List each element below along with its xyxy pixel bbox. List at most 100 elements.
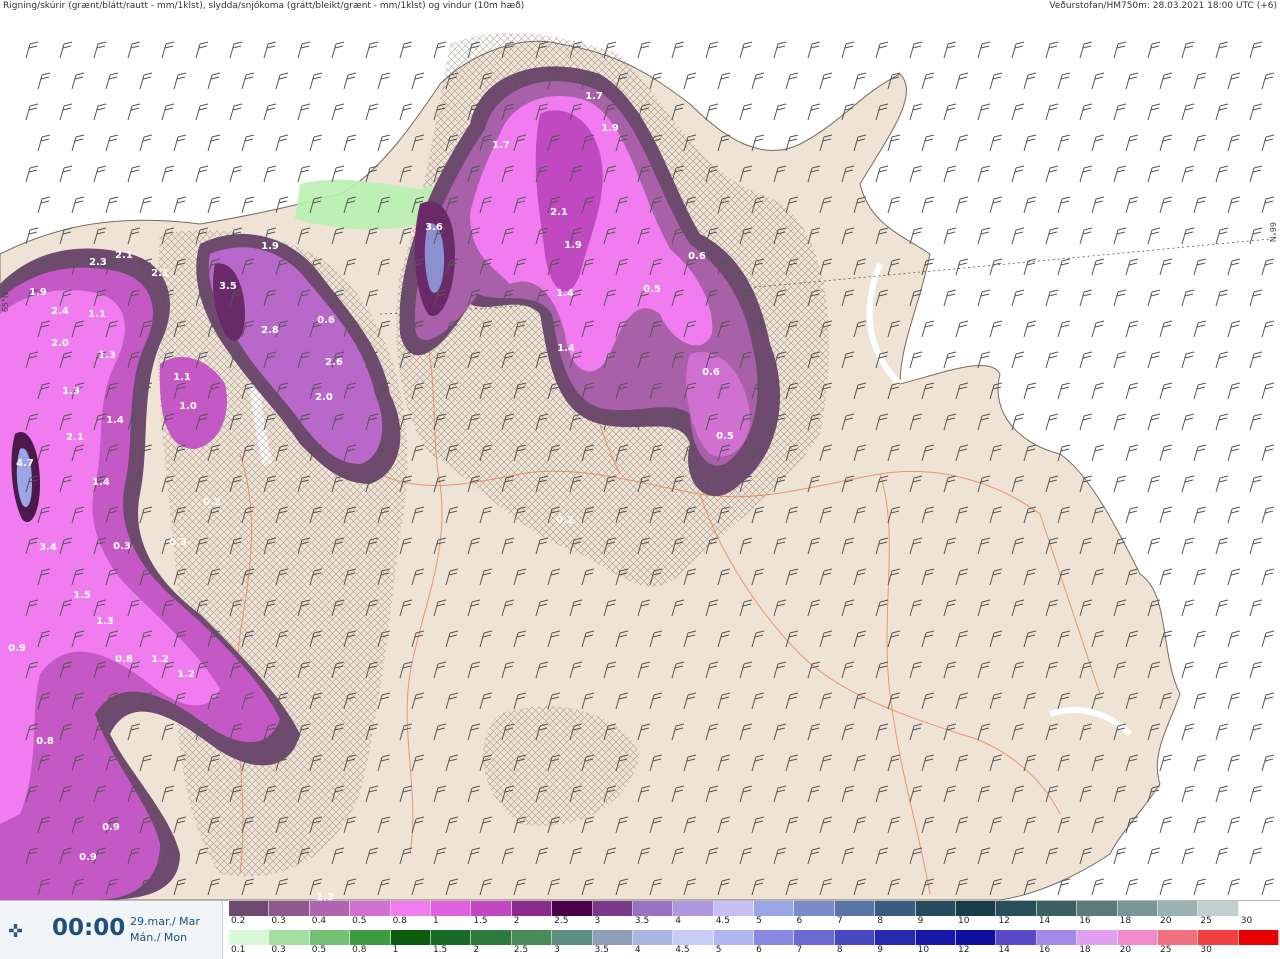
scale-label: 0.5 — [352, 916, 367, 926]
precip-value-label: 2.3 — [89, 257, 107, 268]
forecast-date: 29.mar./ Mar — [130, 915, 200, 928]
precip-value-label: 1.1 — [173, 372, 191, 383]
scale-label: 2.5 — [513, 945, 529, 955]
scale-label: 25 — [1159, 945, 1172, 955]
precip-value-label: 1.9 — [564, 240, 582, 251]
scale-swatch — [229, 930, 270, 945]
precip-value-label: 1.7 — [585, 91, 603, 102]
scale-label: 12 — [958, 945, 970, 955]
precip-value-label: 1.5 — [73, 590, 91, 601]
precip-value-label: 0.9 — [102, 822, 120, 833]
precip-value-label: 0.6 — [702, 367, 720, 378]
precip-value-label: 1.9 — [261, 241, 279, 252]
scale-swatch — [269, 930, 310, 945]
scale-label: 0.5 — [311, 945, 327, 955]
crosshair-icon: ✜ — [8, 921, 24, 942]
scale-label: 16 — [1038, 945, 1051, 955]
precip-value-label: 1.3 — [98, 350, 116, 361]
precip-value-label: 3.5 — [219, 281, 237, 292]
scale-label: 20 — [1159, 916, 1172, 926]
scale-swatch — [713, 901, 755, 916]
scale-swatch — [673, 901, 714, 916]
scale-swatch — [350, 930, 391, 945]
latitude-label-right: 66°N — [1268, 222, 1277, 243]
precip-value-label: 4.7 — [16, 458, 34, 469]
forecast-time-panel[interactable]: ✜ 00:00 29.mar./ Mar Mán./ Mon — [0, 901, 223, 959]
precip-value-label: 3.6 — [425, 222, 443, 233]
precip-value-label: 0.8 — [115, 654, 133, 665]
precip-value-label: 0.2 — [556, 515, 574, 526]
scale-label: 2.5 — [554, 916, 569, 926]
scale-label: 7 — [796, 945, 803, 955]
scale-label: 12 — [998, 916, 1010, 926]
scale-label: 16 — [1079, 916, 1091, 926]
precip-value-label: 1.3 — [96, 616, 114, 627]
scale-swatch — [1157, 930, 1199, 945]
model-run-info: Veðurstofan/HM750m: 28.03.2021 18:00 UTC… — [1049, 1, 1277, 11]
scale-swatch — [1077, 901, 1118, 916]
scale-label: 0.3 — [271, 916, 286, 926]
scale-swatch — [754, 901, 795, 916]
scale-swatch — [471, 930, 512, 945]
scale-label — [1239, 945, 1279, 957]
scale-label: 1 — [432, 916, 439, 926]
scale-swatch — [430, 901, 472, 916]
precip-value-label: 1.9 — [29, 287, 47, 298]
scale-label: 1.5 — [473, 916, 488, 926]
precip-value-label: 0.8 — [36, 736, 54, 747]
forecast-day: Mán./ Mon — [130, 931, 188, 944]
scale-label: 18 — [1119, 916, 1132, 926]
scale-label: 6 — [756, 945, 762, 955]
precip-value-label: 2.6 — [325, 357, 343, 368]
precip-value-label: 1.4 — [92, 477, 110, 488]
precip-value-label: 1.9 — [601, 123, 619, 134]
scale-swatch — [632, 901, 674, 916]
scale-swatch — [1077, 930, 1118, 945]
precip-value-label: 1.2 — [177, 669, 195, 680]
scale-swatch — [754, 930, 795, 945]
precip-value-label: 0.3 — [113, 541, 131, 552]
precip-value-label: 2.0 — [315, 392, 333, 403]
map-header: Rigning/skúrir (grænt/blátt/rautt - mm/1… — [0, 0, 1280, 14]
scale-swatch — [430, 930, 472, 945]
scale-label: 9 — [917, 916, 924, 926]
precip-value-label: 2.1 — [550, 207, 568, 218]
scale-swatch — [1238, 930, 1280, 945]
weather-map[interactable]: 1.7 1.9 1.7 3.6 2.1 1.9 0.6 0.5 1.4 1.4 0.6 0.5 0.2 1… — [0, 14, 1280, 900]
scale-label: 18 — [1079, 945, 1091, 955]
scale-label: 7 — [836, 916, 843, 926]
scale-label: 30 — [1200, 945, 1212, 955]
scale-swatch — [1117, 901, 1158, 916]
scale-swatch — [996, 930, 1037, 945]
scale-swatch — [875, 901, 916, 916]
scale-label: 8 — [836, 945, 843, 955]
scale-swatch — [229, 901, 270, 916]
precip-value-label: 2.1 — [66, 432, 84, 443]
map-title: Rigning/skúrir (grænt/blátt/rautt - mm/1… — [3, 1, 525, 11]
scale-label: 9 — [877, 945, 883, 955]
scale-swatch — [1198, 930, 1239, 945]
scale-swatch — [552, 901, 593, 916]
precip-value-label: 0.9 — [8, 643, 26, 654]
scale-swatch — [309, 901, 351, 916]
precip-value-label: 0.9 — [79, 852, 97, 863]
scale-label: 4 — [675, 916, 682, 926]
precip-value-label: 1.4 — [106, 415, 124, 426]
precip-value-label: 0.2 — [203, 497, 221, 508]
scale-label: 14 — [998, 945, 1010, 955]
precip-value-label: 1.3 — [62, 386, 80, 397]
scale-swatch — [794, 901, 835, 916]
scale-swatch — [471, 901, 512, 916]
scale-label: 0.8 — [392, 916, 407, 926]
precip-value-label: 0.6 — [317, 315, 335, 326]
scale-swatch — [592, 930, 633, 945]
scale-swatch — [956, 930, 997, 945]
scale-swatch — [1117, 930, 1158, 945]
scale-label: 1 — [392, 945, 399, 955]
precip-value-label: 3.4 — [39, 542, 57, 553]
scale-label: 0.3 — [271, 945, 286, 955]
scale-label: 4.5 — [675, 945, 690, 955]
precip-value-label: 2.1 — [151, 268, 169, 279]
scale-swatch — [875, 930, 916, 945]
scale-label: 6 — [796, 916, 803, 926]
